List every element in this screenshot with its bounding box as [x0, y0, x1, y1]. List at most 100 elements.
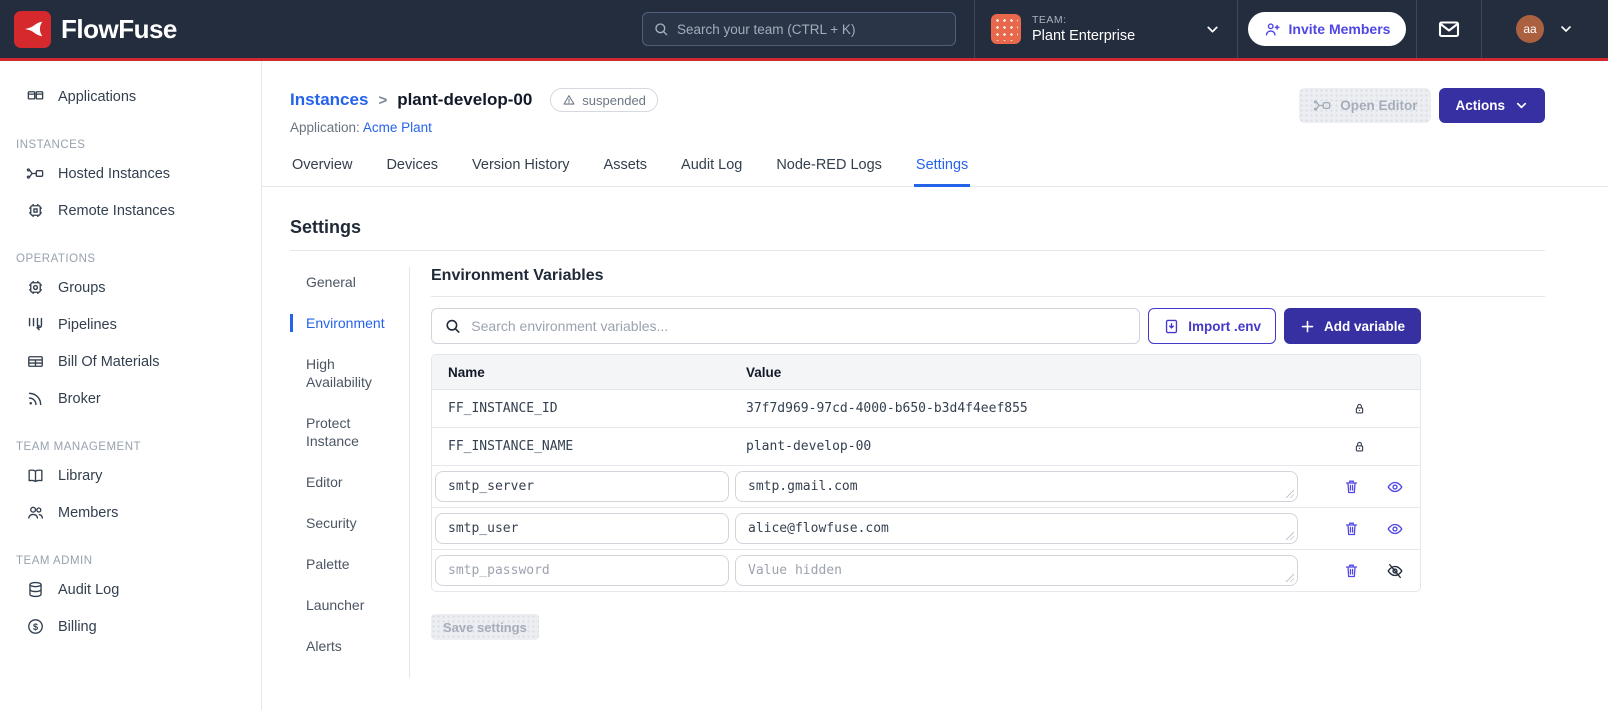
tab-version-history[interactable]: Version History [470, 157, 572, 186]
sidebar-section-operations: OPERATIONS [16, 253, 96, 265]
settings-nav-launcher[interactable]: Launcher [306, 596, 402, 614]
hide-value-button[interactable] [1386, 562, 1404, 580]
invite-members-button[interactable]: Invite Members [1247, 12, 1407, 46]
applications-icon [27, 91, 44, 100]
bill-of-materials-icon [28, 356, 43, 367]
sidebar-item-label: Members [58, 504, 119, 521]
sidebar-item-groups[interactable]: Groups [0, 269, 261, 306]
sidebar-item-label: Broker [58, 390, 101, 407]
sidebar-section-instances: INSTANCES [16, 139, 86, 151]
show-value-button[interactable] [1386, 520, 1404, 538]
settings-nav-high-availability[interactable]: High Availability [306, 355, 402, 391]
tab-settings[interactable]: Settings [913, 157, 971, 187]
sidebar-item-members[interactable]: Members [0, 494, 261, 531]
lock-icon [1355, 441, 1363, 452]
tab-assets[interactable]: Assets [602, 157, 650, 186]
trash-icon [1345, 480, 1358, 494]
application-link[interactable]: Acme Plant [363, 120, 432, 135]
sidebar-item-broker[interactable]: Broker [0, 380, 261, 417]
env-value-input[interactable] [735, 513, 1298, 544]
env-row-smtp-user [432, 507, 1420, 549]
team-search[interactable] [642, 12, 956, 46]
delete-variable-button[interactable] [1343, 562, 1360, 579]
tab-audit-log[interactable]: Audit Log [679, 157, 744, 186]
env-row-ff-instance-name: FF_INSTANCE_NAME plant-develop-00 [432, 427, 1420, 465]
add-variable-button[interactable]: Add variable [1283, 308, 1421, 344]
settings-nav-security[interactable]: Security [306, 514, 402, 532]
column-name: Name [448, 364, 485, 380]
trash-icon [1345, 564, 1358, 578]
chevron-down-icon [1207, 26, 1218, 32]
open-editor-button[interactable]: Open Editor [1299, 88, 1432, 123]
billing-icon: $ [28, 619, 43, 634]
env-name-input[interactable] [435, 555, 729, 586]
env-row-smtp-server [432, 465, 1420, 507]
save-settings-button[interactable]: Save settings [431, 614, 539, 640]
env-search-input[interactable] [471, 318, 1128, 334]
tab-overview[interactable]: Overview [290, 157, 354, 186]
column-value: Value [746, 364, 782, 380]
audit-log-icon [29, 581, 42, 598]
breadcrumb-separator: > [378, 91, 388, 109]
settings-section: Settings General Environment High Availa… [262, 187, 1608, 678]
search-icon [655, 23, 668, 36]
settings-nav-environment[interactable]: Environment [290, 314, 386, 332]
sidebar-item-pipelines[interactable]: Pipelines [0, 306, 261, 343]
actions-button[interactable]: Actions [1439, 88, 1545, 123]
members-icon [28, 506, 44, 519]
chevron-down-icon [1516, 102, 1527, 109]
show-value-button[interactable] [1386, 478, 1404, 496]
eye-icon [1387, 523, 1403, 534]
delete-variable-button[interactable] [1343, 520, 1360, 537]
env-value-input[interactable] [735, 471, 1298, 502]
env-name-input[interactable] [435, 513, 729, 544]
sidebar-item-bill-of-materials[interactable]: Bill Of Materials [0, 343, 261, 380]
sidebar-item-audit-log[interactable]: Audit Log [0, 571, 261, 608]
plus-icon [1301, 320, 1314, 332]
env-name-input[interactable] [435, 471, 729, 502]
sidebar-item-label: Hosted Instances [58, 165, 171, 182]
env-table: Name Value FF_INSTANCE_ID 37f7d969-97cd-… [431, 354, 1421, 592]
settings-nav: General Environment High Availability Pr… [290, 267, 410, 678]
settings-nav-alerts[interactable]: Alerts [306, 637, 402, 655]
import-env-button[interactable]: Import .env [1148, 308, 1276, 344]
user-menu[interactable]: aa [1482, 0, 1608, 58]
brand[interactable]: FlowFuse [14, 10, 177, 48]
sidebar-section-team-management: TEAM MANAGEMENT [16, 441, 142, 453]
sidebar-item-billing[interactable]: $ Billing [0, 608, 261, 645]
import-file-icon [1166, 319, 1178, 333]
settings-nav-general[interactable]: General [306, 273, 402, 291]
settings-nav-palette[interactable]: Palette [306, 555, 402, 573]
team-search-input[interactable] [677, 21, 945, 37]
sidebar-item-label: Billing [58, 618, 97, 635]
editor-flow-icon [1313, 100, 1331, 111]
hosted-instances-icon [26, 168, 44, 179]
env-search[interactable] [431, 308, 1141, 344]
broker-icon [28, 392, 42, 406]
notifications-button[interactable] [1417, 0, 1481, 58]
env-value-input[interactable] [735, 555, 1298, 586]
sidebar-item-library[interactable]: Library [0, 457, 261, 494]
sidebar-item-remote-instances[interactable]: Remote Instances [0, 192, 261, 229]
settings-nav-editor[interactable]: Editor [306, 473, 402, 491]
breadcrumb: Instances > plant-develop-00 suspended [290, 88, 658, 112]
sidebar-item-label: Applications [58, 88, 137, 105]
remote-instances-icon [29, 204, 42, 217]
settings-nav-protect-instance[interactable]: Protect Instance [306, 414, 402, 450]
groups-icon [29, 281, 42, 294]
envelope-icon [1438, 21, 1460, 38]
main-content: Instances > plant-develop-00 suspended A… [262, 61, 1608, 710]
tab-node-red-logs[interactable]: Node-RED Logs [774, 157, 884, 186]
env-row-ff-instance-id: FF_INSTANCE_ID 37f7d969-97cd-4000-b650-b… [432, 389, 1420, 427]
breadcrumb-instances-link[interactable]: Instances [290, 90, 368, 110]
eye-icon [1387, 481, 1403, 492]
env-value: plant-develop-00 [746, 439, 872, 454]
delete-variable-button[interactable] [1343, 478, 1360, 495]
page-title: plant-develop-00 [397, 90, 533, 109]
tab-devices[interactable]: Devices [384, 157, 440, 186]
sidebar-item-hosted-instances[interactable]: Hosted Instances [0, 155, 261, 192]
eye-off-icon [1387, 563, 1403, 578]
team-selector[interactable]: TEAM: Plant Enterprise [975, 0, 1237, 58]
sidebar-item-applications[interactable]: Applications [0, 78, 261, 115]
env-value: 37f7d969-97cd-4000-b650-b3d4f4eef855 [746, 401, 1028, 416]
